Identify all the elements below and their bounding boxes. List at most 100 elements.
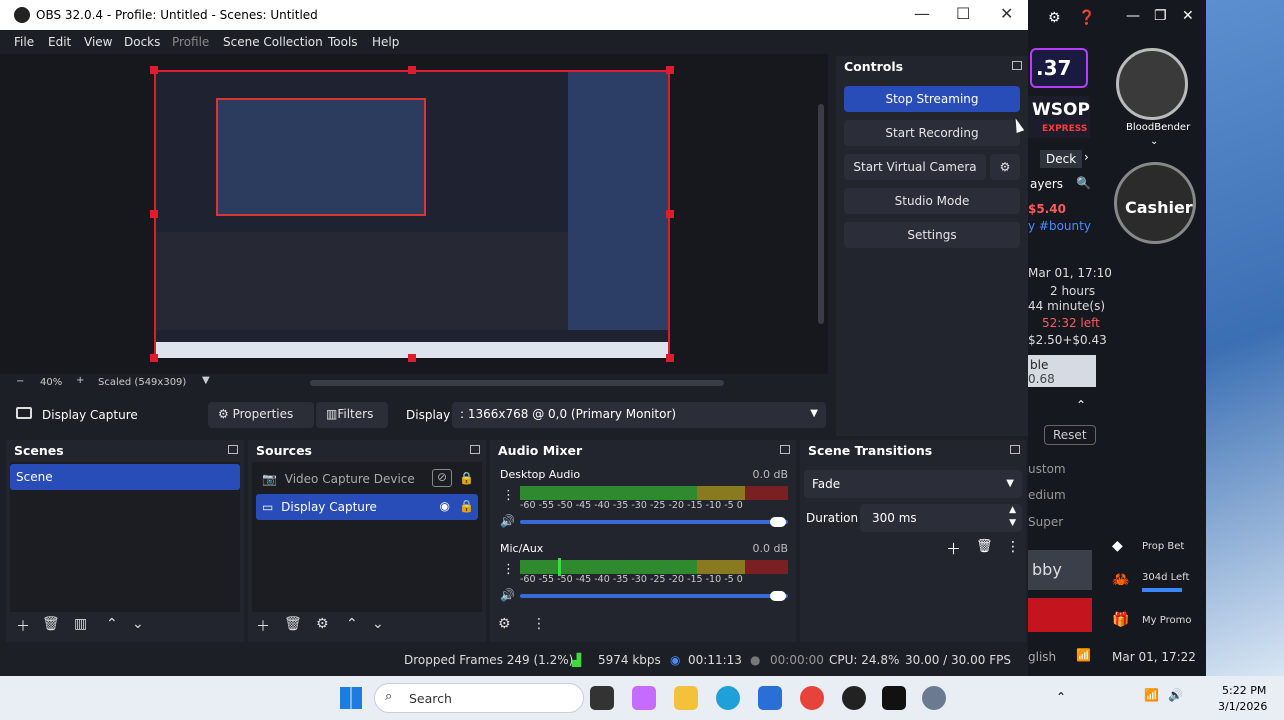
folder-icon[interactable]	[674, 686, 698, 710]
list-item[interactable]: Scene	[10, 464, 240, 490]
chevron-up-icon[interactable]: ⌃	[106, 616, 118, 632]
menu-tools[interactable]: Tools	[328, 35, 358, 49]
resize-handle[interactable]	[150, 210, 158, 218]
menu-scene-collection[interactable]: Scene Collection	[223, 35, 323, 49]
deck-tab[interactable]: Deck	[1040, 150, 1083, 168]
clock-time[interactable]: 5:22 PM	[1222, 684, 1266, 697]
red-button[interactable]	[1028, 598, 1092, 632]
properties-button[interactable]: ⚙ Properties	[208, 402, 314, 428]
preview-canvas[interactable]	[154, 70, 670, 358]
gear-icon[interactable]: ⚙	[316, 616, 329, 632]
volume-knob[interactable]	[770, 591, 786, 601]
chrome-icon[interactable]	[800, 686, 824, 710]
clock-date[interactable]: 3/1/2026	[1218, 700, 1267, 713]
minimize-icon[interactable]: —	[1126, 8, 1140, 24]
filter-super[interactable]: Super	[1028, 515, 1063, 529]
add-icon[interactable]: ＋	[256, 616, 270, 636]
windows-start-icon[interactable]	[340, 687, 362, 709]
copilot-icon[interactable]	[632, 686, 656, 710]
restore-icon[interactable]: ❐	[1154, 8, 1167, 24]
preview-scrollbar-horizontal[interactable]	[310, 380, 724, 386]
more-vertical-icon[interactable]: ⋮	[532, 616, 546, 632]
add-icon[interactable]: ＋	[16, 616, 30, 636]
resize-handle[interactable]	[666, 66, 674, 74]
advanced-audio-icon[interactable]: ⚙	[498, 616, 511, 632]
obs-icon[interactable]	[842, 686, 866, 710]
filter-icon[interactable]: ▥	[74, 616, 87, 632]
start-virtual-camera-button[interactable]: Start Virtual Camera	[844, 154, 986, 180]
avatar[interactable]	[1116, 48, 1188, 120]
gear-icon[interactable]: ⚙	[1048, 10, 1061, 26]
menu-edit[interactable]: Edit	[48, 35, 71, 49]
volume-slider[interactable]	[520, 520, 788, 524]
resize-handle[interactable]	[408, 66, 416, 74]
list-item[interactable]: ▭ Display Capture ◉ 🔒	[256, 494, 478, 520]
resize-handle[interactable]	[666, 354, 674, 362]
undock-icon[interactable]	[780, 445, 790, 454]
settings-icon[interactable]	[922, 686, 946, 710]
volume-slider[interactable]	[520, 594, 788, 598]
resize-handle[interactable]	[408, 354, 416, 362]
undock-icon[interactable]	[228, 445, 238, 454]
settings-button[interactable]: Settings	[844, 222, 1020, 248]
resize-handle[interactable]	[666, 210, 674, 218]
lock-icon[interactable]: 🔒	[459, 471, 474, 485]
reset-button[interactable]: Reset	[1044, 425, 1096, 445]
search-icon[interactable]: 🔍	[1076, 176, 1091, 190]
preview-area[interactable]	[0, 54, 828, 374]
studio-mode-button[interactable]: Studio Mode	[844, 188, 1020, 214]
stop-streaming-button[interactable]: Stop Streaming	[844, 86, 1020, 112]
list-item[interactable]: 📷 Video Capture Device ⊘ 🔒	[256, 466, 478, 492]
display-select[interactable]: : 1366x768 @ 0,0 (Primary Monitor) ▼	[452, 402, 826, 428]
language[interactable]: glish	[1028, 650, 1056, 664]
lock-icon[interactable]: 🔒	[459, 499, 474, 513]
menu-file[interactable]: File	[14, 35, 34, 49]
virtual-camera-settings-button[interactable]: ⚙	[990, 154, 1020, 180]
preview-scrollbar-vertical[interactable]	[818, 104, 824, 324]
menu-help[interactable]: Help	[372, 35, 399, 49]
more-vertical-icon[interactable]: ⋮	[502, 562, 515, 577]
chevron-down-icon[interactable]: ⌄	[132, 616, 144, 632]
chevron-down-icon[interactable]: ⌄	[372, 616, 384, 632]
chevron-up-icon[interactable]: ⌃	[1056, 690, 1066, 704]
resize-handle[interactable]	[150, 354, 158, 362]
volume-knob[interactable]	[770, 517, 786, 527]
volume-icon[interactable]: 🔊	[1168, 688, 1183, 702]
undock-icon[interactable]	[1012, 61, 1022, 70]
start-recording-button[interactable]: Start Recording	[844, 120, 1020, 146]
menu-view[interactable]: View	[84, 35, 112, 49]
speaker-icon[interactable]: 🔊	[500, 588, 515, 602]
zoom-out-icon[interactable]: −	[16, 376, 24, 387]
store-icon[interactable]	[758, 686, 782, 710]
help-icon[interactable]: ❓	[1078, 10, 1095, 26]
speaker-icon[interactable]: 🔊	[500, 514, 515, 528]
wifi-icon[interactable]: 📶	[1144, 688, 1159, 702]
more-vertical-icon[interactable]: ⋮	[1006, 539, 1020, 555]
more-vertical-icon[interactable]: ⋮	[502, 488, 515, 503]
file-icon[interactable]	[590, 686, 614, 710]
chevron-down-icon[interactable]: ⌄	[1150, 136, 1158, 147]
close-icon[interactable]: ✕	[1000, 4, 1013, 23]
trash-icon[interactable]: 🗑	[976, 539, 993, 554]
eye-icon[interactable]: ◉	[440, 499, 450, 513]
edge-icon[interactable]	[716, 686, 740, 710]
transition-select[interactable]: Fade ▼	[804, 470, 1022, 498]
close-icon[interactable]: ✕	[1182, 8, 1194, 24]
my-promo-label[interactable]: My Promo	[1142, 615, 1191, 626]
zoom-in-icon[interactable]: +	[76, 375, 84, 386]
filter-custom[interactable]: ustom	[1028, 462, 1066, 476]
filter-medium[interactable]: edium	[1028, 488, 1066, 502]
taskbar-search[interactable]: ⌕ Search	[374, 683, 584, 713]
chevron-right-icon[interactable]: ›	[1084, 150, 1089, 164]
chevron-down-icon[interactable]: ▼	[202, 375, 210, 386]
minimize-icon[interactable]: —	[914, 4, 930, 23]
trash-icon[interactable]: 🗑	[42, 616, 60, 632]
add-icon[interactable]: ＋	[946, 538, 961, 559]
undock-icon[interactable]	[1010, 445, 1020, 454]
players-tab[interactable]: ayers	[1030, 177, 1063, 191]
spin-up-icon[interactable]: ▲	[1009, 505, 1016, 515]
spin-down-icon[interactable]: ▼	[1009, 518, 1016, 528]
maximize-icon[interactable]: ☐	[956, 4, 970, 23]
filters-button[interactable]: ▥Filters	[316, 402, 388, 428]
menu-docks[interactable]: Docks	[124, 35, 160, 49]
